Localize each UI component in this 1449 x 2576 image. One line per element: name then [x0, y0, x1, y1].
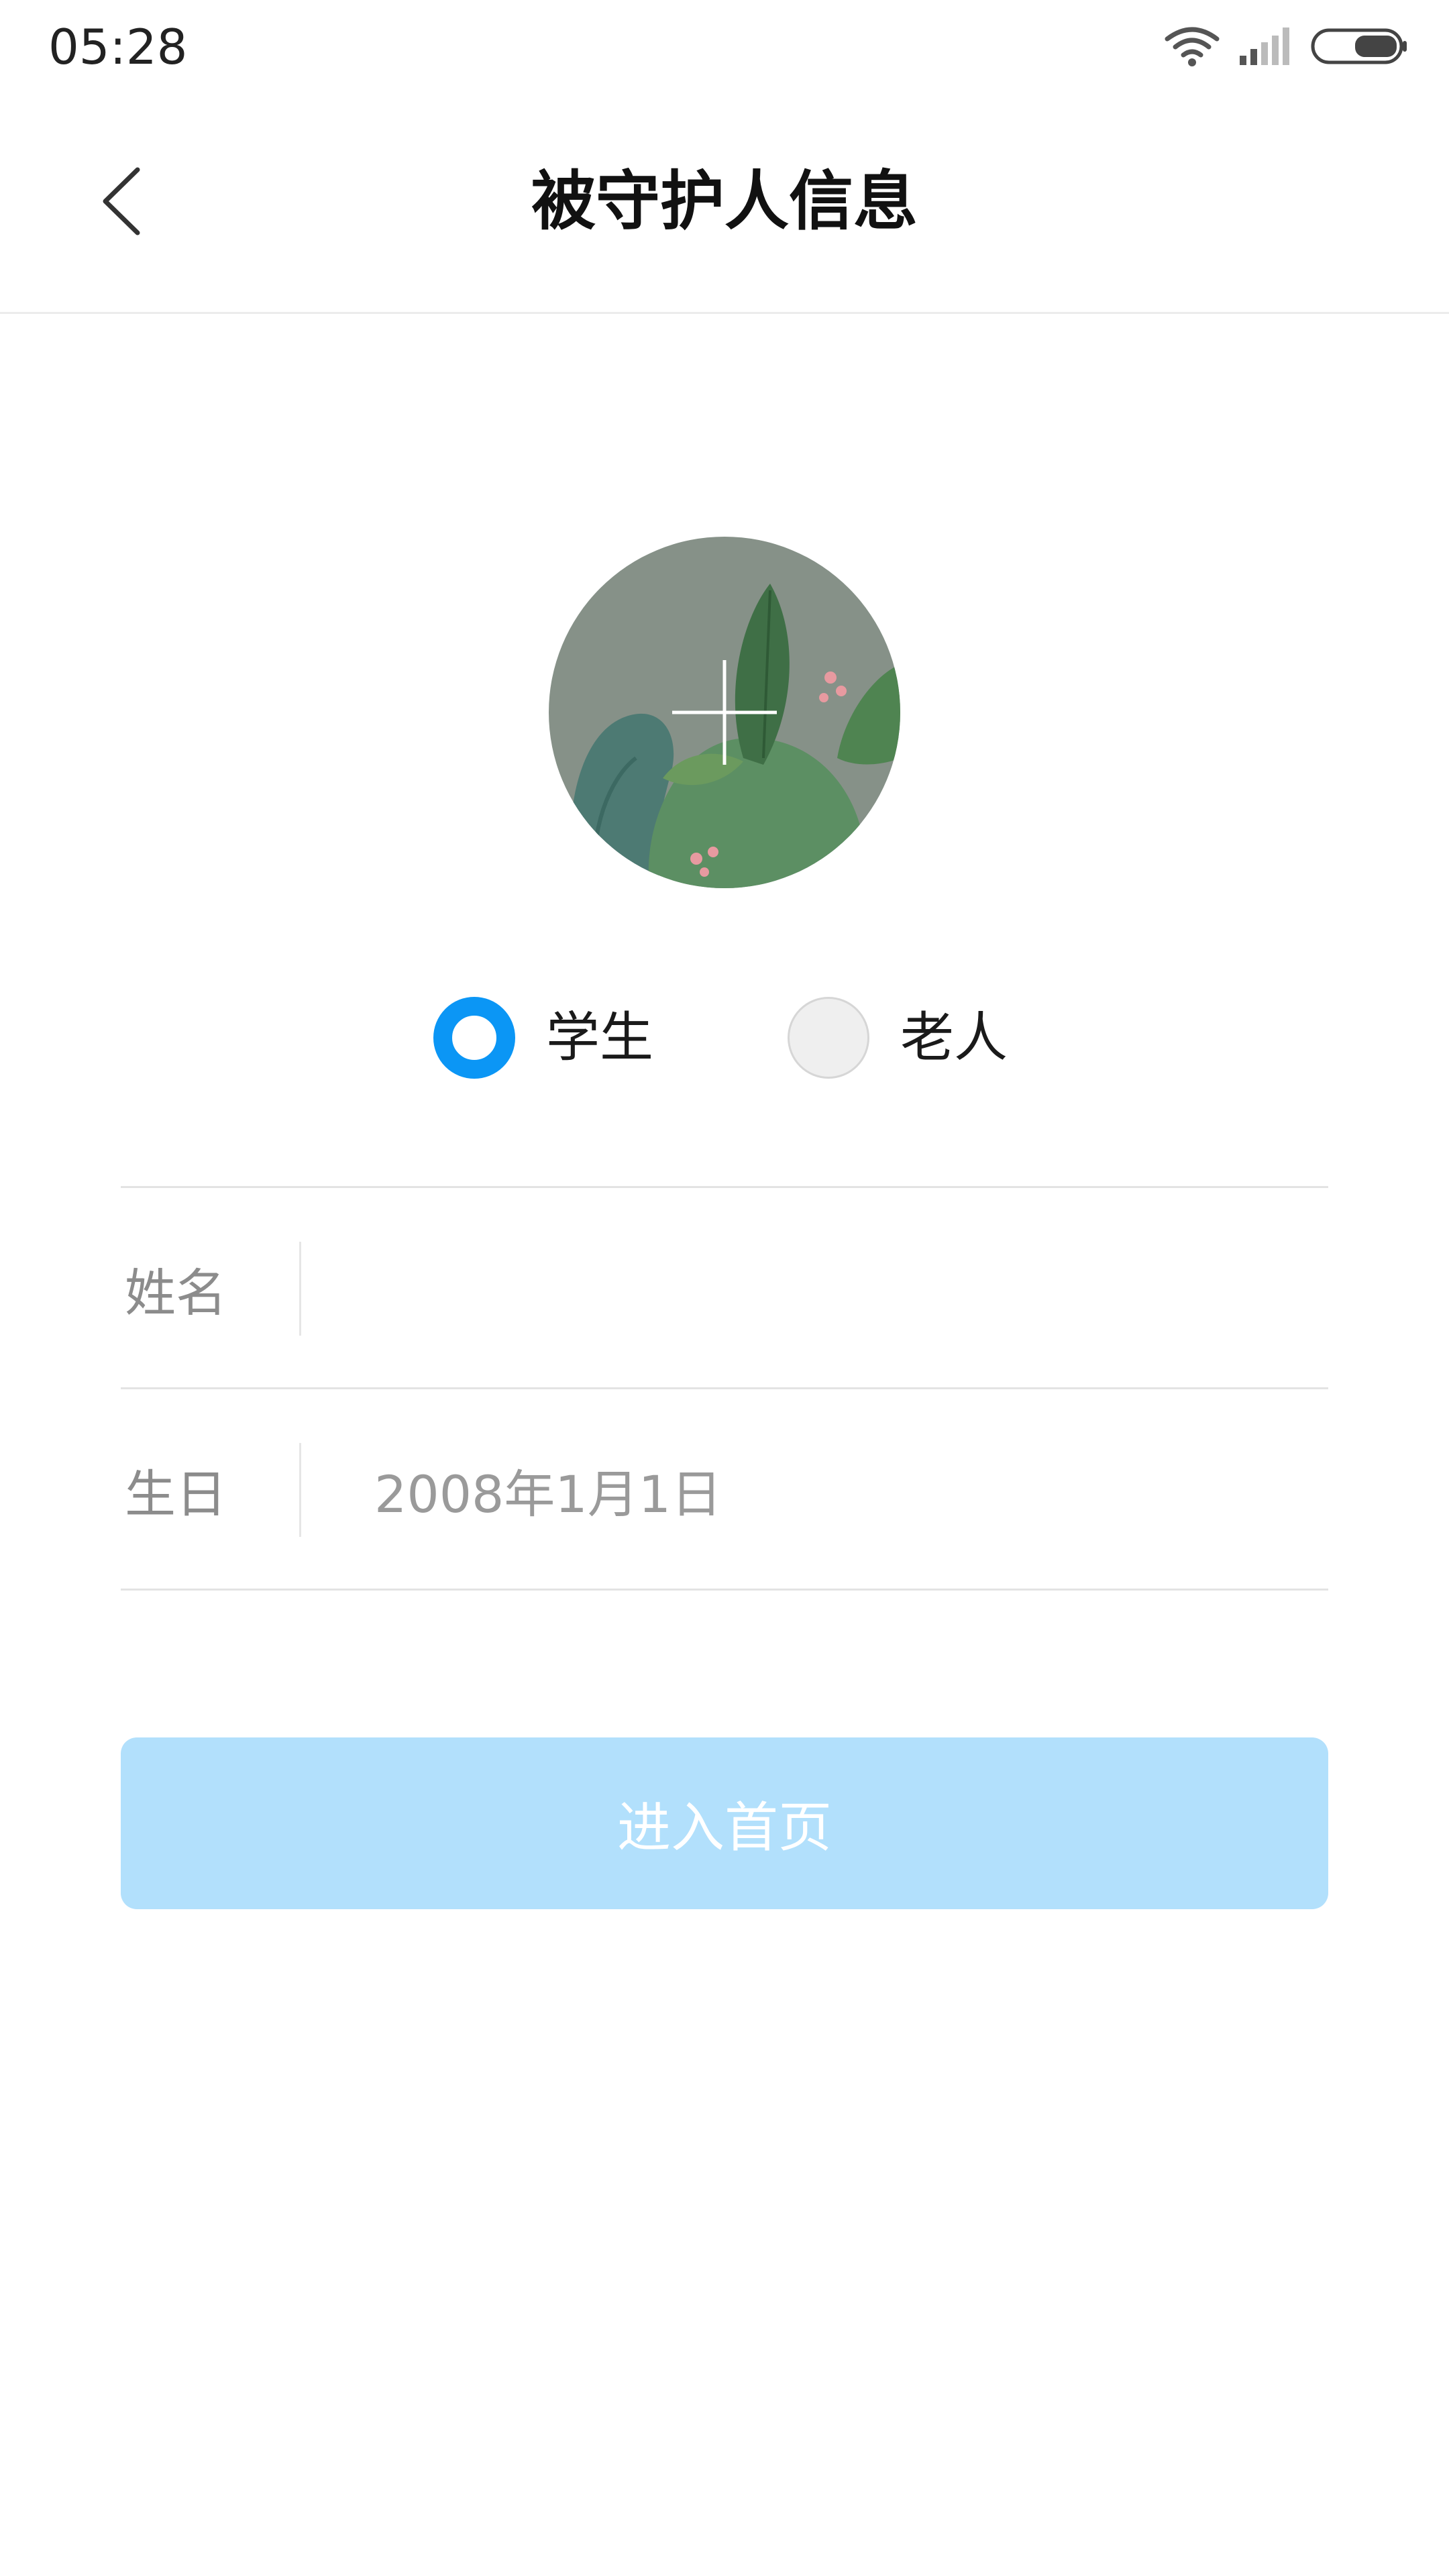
radio-option-elder[interactable]: 老人: [788, 994, 1008, 1081]
enter-home-button[interactable]: 进入首页: [121, 1737, 1328, 1909]
radio-option-student[interactable]: 学生: [433, 994, 653, 1081]
birthday-label: 生日: [125, 1464, 227, 1524]
name-row: 姓名: [121, 1186, 1328, 1387]
avatar-upload[interactable]: [549, 537, 900, 888]
name-input[interactable]: [342, 1228, 1308, 1349]
radio-button-unchecked[interactable]: [788, 997, 869, 1079]
birthday-picker[interactable]: 2008年1月1日: [374, 1389, 722, 1591]
guardian-info-screen: 05:28 被守护人信息 学生 老人 姓名 生日 2008年1月1日 进入首页: [0, 0, 1449, 2576]
guardian-form: 姓名 生日 2008年1月1日: [121, 1186, 1328, 1591]
radio-label-elder: 老人: [900, 1006, 1008, 1069]
field-divider: [299, 1443, 301, 1537]
radio-button-checked[interactable]: [433, 997, 515, 1079]
plus-icon: [672, 660, 777, 765]
status-bar: 05:28: [0, 0, 1449, 94]
role-radio-group: 学生 老人: [0, 994, 1449, 1081]
page-title: 被守护人信息: [531, 164, 918, 239]
title-bar: 被守护人信息: [0, 94, 1449, 314]
status-icons: [1165, 24, 1409, 71]
status-time: 05:28: [48, 19, 188, 75]
birthday-row: 生日 2008年1月1日: [121, 1387, 1328, 1591]
radio-label-student: 学生: [546, 1006, 653, 1069]
name-label: 姓名: [125, 1263, 227, 1323]
field-divider: [299, 1242, 301, 1336]
signal-icon: [1238, 26, 1292, 69]
wifi-icon: [1165, 25, 1220, 70]
battery-icon: [1311, 27, 1409, 68]
